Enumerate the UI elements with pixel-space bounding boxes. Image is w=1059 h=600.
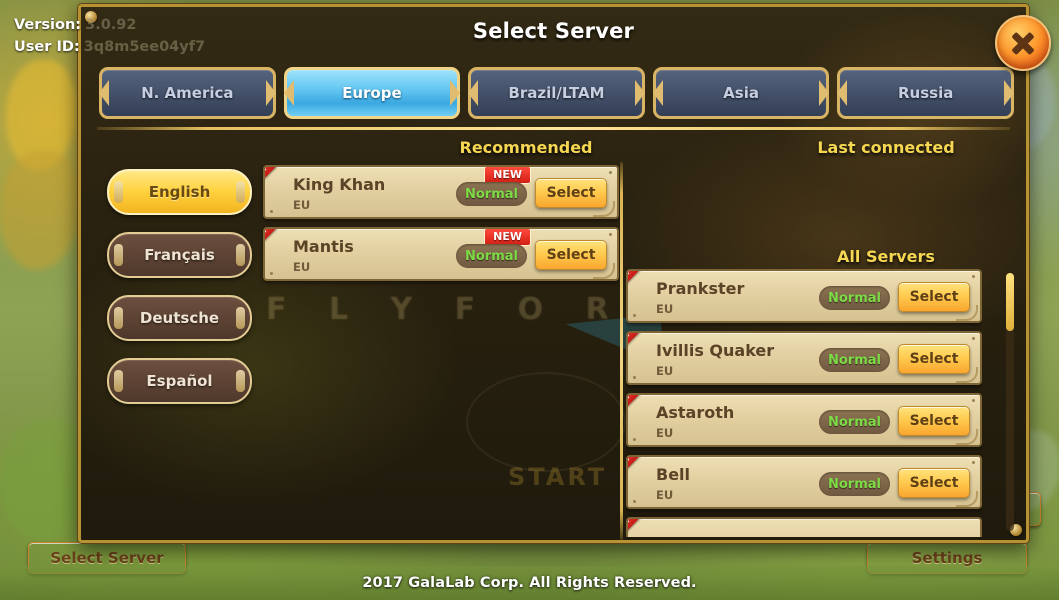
footer: 2017 GalaLab Corp. All Rights Reserved. (0, 566, 1059, 600)
cap-icon (114, 370, 123, 392)
build-info: Version: 3.0.92 User ID: 3q8m5ee04yf7 (14, 14, 205, 58)
table-row[interactable]: PK (626, 517, 982, 537)
heading-recommended: Recommended (459, 138, 593, 157)
cap-icon (114, 307, 123, 329)
copyright-text: 2017 GalaLab Corp. All Rights Reserved. (362, 575, 697, 591)
server-region: EU (656, 488, 674, 502)
rivet-icon (270, 210, 273, 213)
language-button-francais[interactable]: Français (107, 232, 252, 278)
background-foliage (0, 420, 90, 540)
server-name: Astaroth (656, 403, 735, 422)
language-label: Français (144, 246, 215, 264)
rivet-icon (972, 275, 975, 278)
cap-icon (114, 244, 123, 266)
tab-n-america[interactable]: N. America (99, 67, 276, 119)
corner-flourish-icon (956, 305, 978, 321)
language-selector: English Français Deutsche Español (107, 169, 252, 404)
background-start-label: START (508, 463, 608, 491)
cap-icon (236, 370, 245, 392)
server-name: Bell (656, 465, 691, 484)
rivet-icon (972, 399, 975, 402)
cap-icon (236, 244, 245, 266)
table-row[interactable]: PK King Khan EU NEW Normal Select (263, 165, 619, 219)
close-button[interactable] (995, 15, 1051, 71)
user-id-value: 3q8m5ee04yf7 (83, 39, 206, 55)
rivet-icon (633, 438, 636, 441)
server-region: EU (656, 426, 674, 440)
tab-asia[interactable]: Asia (652, 67, 830, 119)
tab-russia[interactable]: Russia (837, 67, 1014, 119)
server-name: Prankster (656, 279, 745, 298)
table-row[interactable]: PK Mantis EU NEW Normal Select (263, 227, 619, 281)
recommended-server-list: PK King Khan EU NEW Normal Select PK Man… (263, 165, 619, 281)
server-region: EU (293, 260, 311, 274)
rivet-icon (270, 272, 273, 275)
server-name: King Khan (293, 175, 386, 194)
status-badge: Normal (456, 244, 527, 268)
corner-flourish-icon (956, 491, 978, 507)
server-region: EU (656, 364, 674, 378)
rivet-icon (633, 314, 636, 317)
table-row[interactable]: PK Prankster EU Normal Select (626, 269, 982, 323)
status-badge: Normal (456, 182, 527, 206)
close-icon (1010, 30, 1036, 56)
server-name: Ivillis Quaker (656, 341, 775, 360)
rivet-icon (633, 500, 636, 503)
background-ring-art (466, 372, 626, 472)
rivet-icon (972, 461, 975, 464)
corner-flourish-icon (593, 263, 615, 279)
all-server-list: PK Prankster EU Normal Select PK Ivillis… (626, 269, 982, 537)
version-value: 3.0.92 (85, 17, 137, 33)
table-row[interactable]: PK Bell EU Normal Select (626, 455, 982, 509)
language-label: Español (146, 372, 213, 390)
divider (97, 127, 1010, 130)
pk-ribbon-icon: PK (628, 519, 664, 537)
corner-flourish-icon (956, 429, 978, 445)
language-button-espanol[interactable]: Español (107, 358, 252, 404)
cap-icon (236, 181, 245, 203)
select-server-dialog: F L Y F O R F U START Select Server N. A… (78, 4, 1051, 543)
user-id-label: User ID: (14, 39, 80, 55)
corner-flourish-icon (593, 201, 615, 217)
cap-icon (236, 307, 245, 329)
all-servers-scrollbar[interactable] (1006, 273, 1014, 531)
tab-europe[interactable]: Europe (283, 67, 461, 119)
rivet-icon (633, 376, 636, 379)
language-label: Deutsche (139, 309, 220, 327)
version-label: Version: (14, 17, 82, 33)
table-row[interactable]: PK Astaroth EU Normal Select (626, 393, 982, 447)
region-tabs: N. America Europe Brazil/LTAM Asia Russi… (99, 67, 1014, 119)
panel-divider (620, 162, 623, 540)
status-badge: Normal (819, 286, 890, 310)
rivet-icon (609, 233, 612, 236)
status-badge: Normal (819, 410, 890, 434)
language-button-english[interactable]: English (107, 169, 252, 215)
heading-last-connected: Last connected (817, 138, 955, 157)
server-region: EU (656, 302, 674, 316)
tab-brazil-ltam[interactable]: Brazil/LTAM (468, 67, 645, 119)
status-badge: Normal (819, 348, 890, 372)
background-foliage (0, 150, 80, 270)
server-region: EU (293, 198, 311, 212)
user-id-row: User ID: 3q8m5ee04yf7 (14, 36, 205, 58)
scrollbar-thumb[interactable] (1006, 273, 1014, 331)
status-badge: Normal (819, 472, 890, 496)
language-label: English (148, 183, 211, 201)
server-name: Mantis (293, 237, 354, 256)
version-row: Version: 3.0.92 (14, 14, 205, 36)
cap-icon (114, 181, 123, 203)
heading-all-servers: All Servers (837, 247, 935, 266)
table-row[interactable]: PK Ivillis Quaker EU Normal Select (626, 331, 982, 385)
corner-flourish-icon (956, 367, 978, 383)
rivet-icon (609, 171, 612, 174)
page-title: Select Server (472, 19, 635, 43)
rivet-icon (972, 337, 975, 340)
language-button-deutsche[interactable]: Deutsche (107, 295, 252, 341)
game-screen: Version: 3.0.92 User ID: 3q8m5ee04yf7 Ac… (0, 0, 1059, 600)
